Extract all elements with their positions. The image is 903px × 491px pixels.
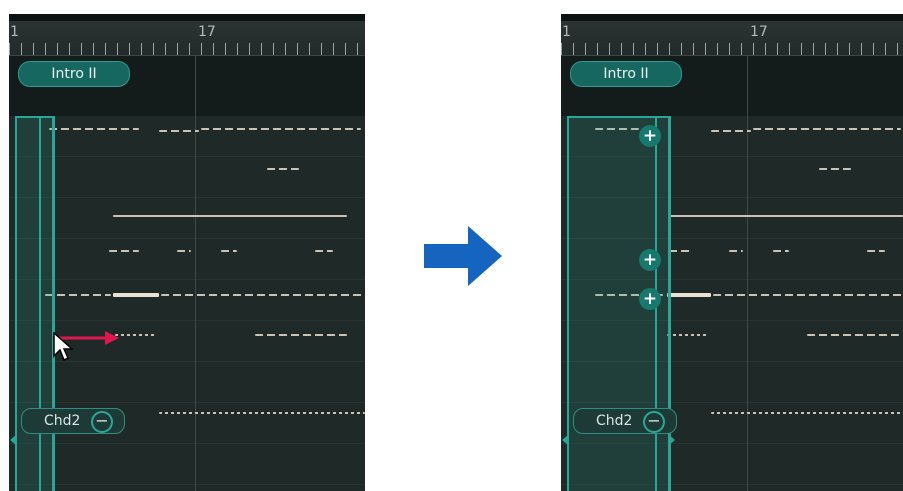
left-resize-handle[interactable] <box>562 434 569 446</box>
note-segment <box>315 250 333 252</box>
timeline-ruler[interactable]: 1 17 <box>561 21 903 56</box>
chord-label: Chd2 <box>44 413 81 429</box>
transition-arrow-icon <box>424 226 502 286</box>
add-note-button[interactable]: + <box>639 125 661 147</box>
chord-label: Chd2 <box>596 413 633 429</box>
note-segment <box>177 250 191 252</box>
note-segment <box>711 412 903 414</box>
note-lanes: Chd2 − <box>9 116 365 491</box>
ruler-mark-label: 17 <box>198 24 216 40</box>
bar-line <box>747 56 748 116</box>
note-segment <box>159 130 199 132</box>
note-lanes: + + + Chd2 − <box>561 116 903 491</box>
section-track: Intro II <box>9 56 365 116</box>
note-segment <box>201 128 361 130</box>
section-track: Intro II <box>561 56 903 116</box>
chord-remove-button[interactable]: − <box>643 411 665 433</box>
note-segment <box>667 293 711 297</box>
note-segment <box>667 334 709 336</box>
left-resize-handle[interactable] <box>10 434 17 446</box>
note-segment <box>773 250 789 252</box>
selection-edge-handle[interactable] <box>39 116 54 491</box>
note-segment <box>159 412 365 414</box>
note-segment <box>221 250 237 252</box>
window-top-strip <box>9 14 365 21</box>
ruler-ticks <box>9 43 365 55</box>
ruler-ticks <box>561 43 903 55</box>
note-segment <box>819 168 851 170</box>
ruler-start-label: 1 <box>10 24 19 40</box>
note-segment <box>713 294 903 296</box>
note-segment <box>255 334 347 336</box>
ruler-mark-label: 17 <box>750 24 768 40</box>
bar-line <box>195 116 196 491</box>
right-resize-handle[interactable] <box>668 434 675 446</box>
note-segment <box>109 250 139 252</box>
bar-line <box>747 116 748 491</box>
add-note-button[interactable]: + <box>639 288 661 310</box>
mouse-cursor-icon <box>53 332 73 362</box>
before-panel: 1 17 Intro II Chd2 − <box>9 14 365 491</box>
chord-remove-button[interactable]: − <box>91 411 113 433</box>
note-segment <box>711 130 751 132</box>
note-segment <box>867 250 885 252</box>
section-block-intro[interactable]: Intro II <box>18 61 130 87</box>
window-top-strip <box>561 14 903 21</box>
note-segment <box>807 334 899 336</box>
note-segment <box>49 128 139 130</box>
after-panel: 1 17 Intro II + + + Chd2 − <box>561 14 903 491</box>
note-segment <box>669 215 903 217</box>
note-segment <box>267 168 299 170</box>
note-segment <box>753 128 901 130</box>
timeline-ruler[interactable]: 1 17 <box>9 21 365 56</box>
note-segment <box>161 294 365 296</box>
ruler-start-label: 1 <box>562 24 571 40</box>
section-block-intro[interactable]: Intro II <box>570 61 682 87</box>
note-segment <box>729 250 743 252</box>
note-segment <box>113 215 347 217</box>
note-segment <box>669 250 693 252</box>
bar-line <box>195 56 196 116</box>
note-segment <box>115 334 157 336</box>
add-note-button[interactable]: + <box>639 249 661 271</box>
note-segment <box>113 293 159 297</box>
